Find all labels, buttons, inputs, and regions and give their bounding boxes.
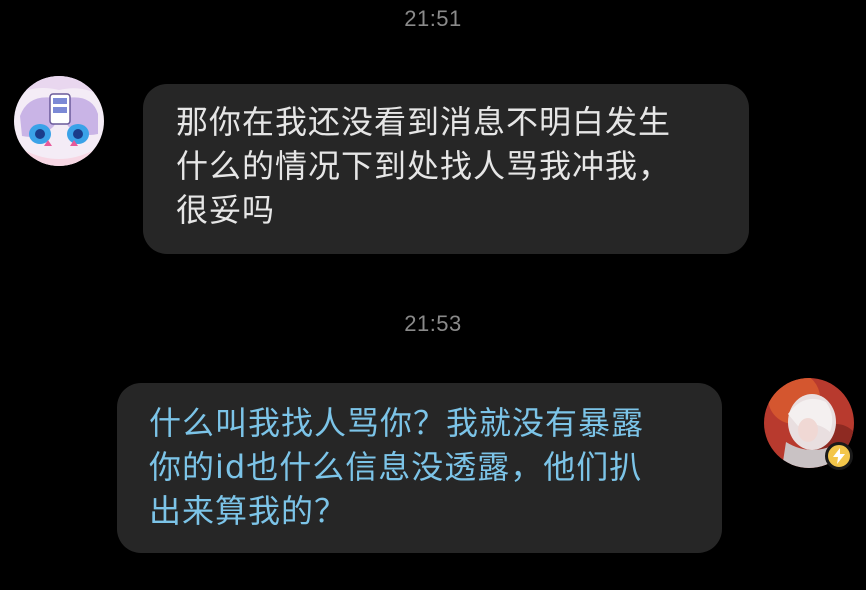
lightning-badge-icon: [825, 442, 853, 470]
outgoing-message-bubble[interactable]: 什么叫我找人骂你？我就没有暴露 你的id也什么信息没透露，他们扒 出来算我的？: [117, 383, 722, 553]
message-timestamp: 21:51: [404, 6, 462, 31]
message-timestamp: 21:53: [404, 311, 462, 336]
contact-avatar-icon[interactable]: [14, 76, 104, 166]
incoming-message-bubble[interactable]: 那你在我还没看到消息不明白发生 什么的情况下到处找人骂我冲我， 很妥吗: [143, 84, 749, 254]
